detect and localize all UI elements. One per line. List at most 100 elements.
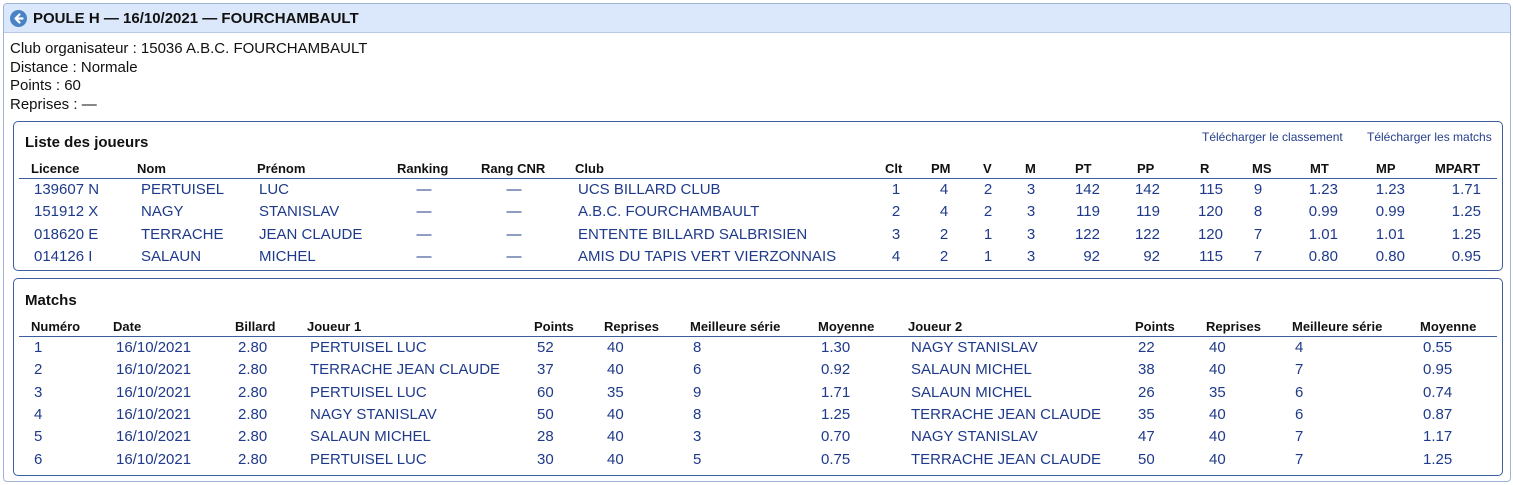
players-header-pm: PM	[931, 161, 951, 176]
players-header-m: M	[1025, 161, 1036, 176]
title-bar: POULE H — 16/10/2021 — FOURCHAMBAULT	[4, 4, 1510, 33]
players-cell-pt: 142	[1074, 181, 1100, 198]
matches-cell-points2: 35	[1138, 405, 1155, 423]
players-cell-pm: 4	[939, 181, 949, 198]
matches-header-billard: Billard	[235, 319, 276, 334]
players-cell-rang-cnr: —	[506, 203, 522, 221]
matches-cell-reprises2: 40	[1209, 450, 1226, 468]
matches-cell-numero: 3	[34, 383, 43, 401]
players-cell-mt: 0.80	[1308, 247, 1338, 265]
players-cell-prenom: STANISLAV	[259, 203, 340, 221]
players-cell-r: 115	[1199, 247, 1223, 265]
players-cell-club: A.B.C. FOURCHAMBAULT	[578, 203, 760, 221]
matches-cell-joueur1: SALAUN MICHEL	[310, 428, 431, 446]
players-cell-club: AMIS DU TAPIS VERT VIERZONNAIS	[578, 247, 837, 265]
matches-cell-points1: 37	[537, 361, 554, 379]
matches-cell-joueur2: NAGY STANISLAV	[911, 428, 1038, 446]
matches-cell-meilleure-serie1: 9	[693, 383, 702, 401]
matches-cell-points1: 60	[537, 383, 554, 401]
players-cell-ranking: —	[416, 225, 432, 243]
matches-cell-numero: 5	[34, 428, 43, 446]
players-cell-v: 1	[983, 225, 993, 243]
matches-cell-date: 16/10/2021	[116, 428, 192, 446]
matches-panel	[13, 278, 1503, 476]
players-header-rang-cnr: Rang CNR	[481, 161, 546, 176]
players-cell-ranking: —	[416, 247, 432, 265]
download-matches-link[interactable]: Télécharger les matchs	[1367, 130, 1492, 144]
matches-cell-billard: 2.80	[238, 339, 268, 356]
matches-cell-moyenne2: 0.95	[1423, 361, 1453, 379]
matches-header-reprises1: Reprises	[604, 319, 659, 334]
matches-cell-reprises2: 40	[1209, 339, 1226, 356]
matches-cell-meilleure-serie2: 7	[1295, 361, 1304, 379]
players-cell-r: 120	[1197, 225, 1223, 243]
matches-cell-billard: 2.80	[238, 383, 268, 401]
matches-cell-meilleure-serie2: 4	[1295, 339, 1304, 356]
matches-header-numero: Numéro	[31, 319, 81, 334]
players-cell-ranking: —	[416, 181, 432, 198]
matches-cell-moyenne1: 0.92	[821, 361, 851, 379]
players-cell-pp: 92	[1143, 247, 1160, 265]
players-cell-club: UCS BILLARD CLUB	[578, 181, 721, 198]
info-points: Points : 60	[10, 77, 81, 94]
players-cell-nom: PERTUISEL	[141, 181, 225, 198]
players-header-pp: PP	[1137, 161, 1155, 176]
matches-cell-meilleure-serie2: 7	[1295, 428, 1304, 446]
matches-cell-meilleure-serie2: 6	[1295, 405, 1304, 423]
players-header-mt: MT	[1310, 161, 1329, 176]
players-cell-clt: 3	[891, 225, 901, 243]
players-header-club: Club	[575, 161, 604, 176]
players-cell-mt: 1.01	[1308, 225, 1338, 243]
players-header-nom: Nom	[137, 161, 166, 176]
players-cell-rang-cnr: —	[506, 247, 522, 265]
players-header-mpart: MPART	[1435, 161, 1481, 176]
matches-cell-moyenne2: 0.74	[1423, 383, 1453, 401]
players-cell-m: 3	[1026, 247, 1036, 265]
matches-cell-reprises2: 40	[1209, 428, 1226, 446]
players-cell-m: 3	[1026, 181, 1036, 198]
back-arrow-icon[interactable]	[10, 10, 27, 27]
matches-cell-points2: 22	[1138, 339, 1155, 356]
matches-cell-billard: 2.80	[238, 405, 268, 423]
players-header-mp: MP	[1376, 161, 1396, 176]
players-header-pt: PT	[1075, 161, 1092, 176]
players-header-licence: Licence	[31, 161, 80, 176]
players-header-ms: MS	[1252, 161, 1272, 176]
matches-cell-billard: 2.80	[238, 450, 268, 468]
matches-cell-meilleure-serie2: 7	[1295, 450, 1304, 468]
players-cell-ms: 8	[1253, 203, 1263, 221]
players-cell-rang-cnr: —	[506, 225, 522, 243]
players-cell-pm: 2	[939, 225, 949, 243]
matches-cell-meilleure-serie1: 8	[693, 339, 702, 356]
matches-cell-points1: 50	[537, 405, 554, 423]
players-header-ranking: Ranking	[397, 161, 449, 176]
matches-header-moyenne2: Moyenne	[1420, 319, 1477, 334]
players-cell-nom: SALAUN	[141, 247, 202, 265]
players-cell-mp: 0.80	[1375, 247, 1405, 265]
players-cell-prenom: MICHEL	[259, 247, 316, 265]
matches-header-joueur2: Joueur 2	[908, 319, 963, 334]
players-cell-mt: 1.23	[1308, 181, 1338, 198]
players-cell-nom: NAGY	[141, 203, 184, 221]
players-header-v: V	[983, 161, 992, 176]
players-cell-mt: 0.99	[1308, 203, 1338, 221]
players-cell-rang-cnr: —	[506, 181, 522, 198]
matches-cell-numero: 4	[34, 405, 43, 423]
matches-header-points2: Points	[1135, 319, 1175, 334]
players-cell-clt: 1	[891, 181, 901, 198]
matches-cell-numero: 6	[34, 450, 43, 468]
matches-cell-reprises2: 35	[1209, 383, 1226, 401]
info-club: Club organisateur : 15036 A.B.C. FOURCHA…	[10, 40, 368, 57]
players-cell-prenom: JEAN CLAUDE	[259, 225, 363, 243]
players-header-r: R	[1200, 161, 1210, 176]
matches-header-meilleure-serie1: Meilleure série	[690, 319, 781, 334]
players-header-clt: Clt	[885, 161, 903, 176]
players-cell-m: 3	[1026, 225, 1036, 243]
matches-cell-joueur1: TERRACHE JEAN CLAUDE	[310, 361, 501, 379]
matches-header-divider	[19, 336, 1497, 337]
matches-header-moyenne1: Moyenne	[818, 319, 875, 334]
players-cell-v: 2	[983, 181, 993, 198]
download-ranking-link[interactable]: Télécharger le classement	[1202, 130, 1343, 144]
players-cell-licence: 014126 I	[34, 247, 93, 265]
matches-cell-date: 16/10/2021	[116, 361, 192, 379]
